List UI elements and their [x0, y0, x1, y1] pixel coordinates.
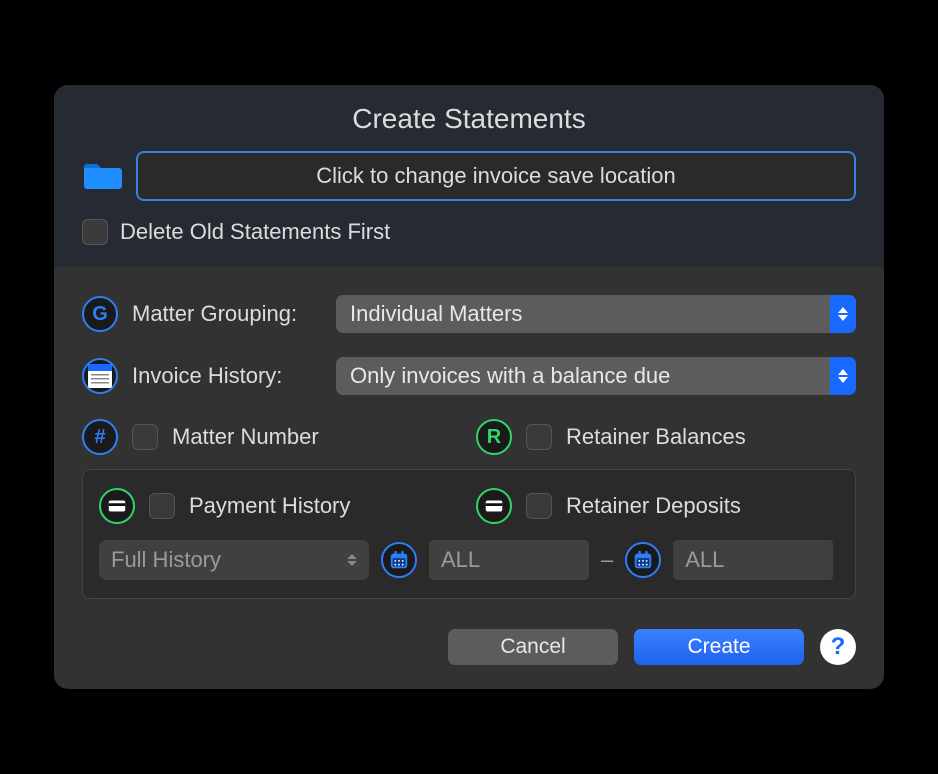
- invoice-history-row: Invoice History: Only invoices with a ba…: [82, 357, 856, 395]
- retainer-deposits-label: Retainer Deposits: [566, 493, 741, 519]
- calendar-from-icon[interactable]: [381, 542, 417, 578]
- date-from-value: ALL: [441, 547, 480, 573]
- card-icon: [99, 488, 135, 524]
- card-icon: [476, 488, 512, 524]
- create-statements-dialog: Create Statements Click to change invoic…: [54, 85, 884, 689]
- dialog-header: Create Statements Click to change invoic…: [54, 85, 884, 267]
- payment-history-checkbox[interactable]: [149, 493, 175, 519]
- date-range-row: Full History ALL –: [99, 540, 839, 580]
- hash-icon: #: [82, 419, 118, 455]
- date-to-field[interactable]: ALL: [673, 540, 833, 580]
- change-save-location-button[interactable]: Click to change invoice save location: [136, 151, 856, 201]
- retainer-balances-checkbox[interactable]: [526, 424, 552, 450]
- matter-number-checkbox[interactable]: [132, 424, 158, 450]
- delete-old-row: Delete Old Statements First: [82, 219, 856, 245]
- retainer-balances-option: R Retainer Balances: [476, 419, 856, 455]
- invoice-history-value: Only invoices with a balance due: [350, 363, 670, 389]
- date-range-separator: –: [601, 547, 613, 573]
- calendar-to-icon[interactable]: [625, 542, 661, 578]
- matter-grouping-value: Individual Matters: [350, 301, 522, 327]
- invoice-history-select[interactable]: Only invoices with a balance due: [336, 357, 856, 395]
- matter-grouping-label: Matter Grouping:: [132, 301, 322, 327]
- dialog-footer: Cancel Create ?: [82, 629, 856, 665]
- delete-old-checkbox[interactable]: [82, 219, 108, 245]
- invoice-icon: [82, 358, 118, 394]
- grouping-icon: G: [82, 296, 118, 332]
- matter-grouping-select[interactable]: Individual Matters: [336, 295, 856, 333]
- history-range-select[interactable]: Full History: [99, 540, 369, 580]
- retainer-balances-label: Retainer Balances: [566, 424, 746, 450]
- help-button[interactable]: ?: [820, 629, 856, 665]
- retainer-icon: R: [476, 419, 512, 455]
- save-location-row: Click to change invoice save location: [82, 151, 856, 201]
- options-row-1: # Matter Number R Retainer Balances: [82, 419, 856, 455]
- history-panel: Payment History Retainer Deposits Full H…: [82, 469, 856, 599]
- matter-grouping-row: G Matter Grouping: Individual Matters: [82, 295, 856, 333]
- folder-icon: [82, 161, 122, 191]
- matter-number-label: Matter Number: [172, 424, 319, 450]
- cancel-button[interactable]: Cancel: [448, 629, 618, 665]
- payment-history-option: Payment History: [99, 488, 462, 524]
- dialog-title: Create Statements: [82, 103, 856, 135]
- chevron-updown-icon: [830, 295, 856, 333]
- chevron-updown-icon: [347, 554, 357, 566]
- payment-history-label: Payment History: [189, 493, 350, 519]
- retainer-deposits-checkbox[interactable]: [526, 493, 552, 519]
- date-to-value: ALL: [685, 547, 724, 573]
- chevron-updown-icon: [830, 357, 856, 395]
- dialog-body: G Matter Grouping: Individual Matters In…: [54, 267, 884, 689]
- retainer-deposits-option: Retainer Deposits: [476, 488, 839, 524]
- delete-old-label: Delete Old Statements First: [120, 219, 390, 245]
- date-from-field[interactable]: ALL: [429, 540, 589, 580]
- history-range-value: Full History: [111, 547, 221, 573]
- create-button[interactable]: Create: [634, 629, 804, 665]
- matter-number-option: # Matter Number: [82, 419, 462, 455]
- history-panel-top: Payment History Retainer Deposits: [99, 488, 839, 524]
- invoice-history-label: Invoice History:: [132, 363, 322, 389]
